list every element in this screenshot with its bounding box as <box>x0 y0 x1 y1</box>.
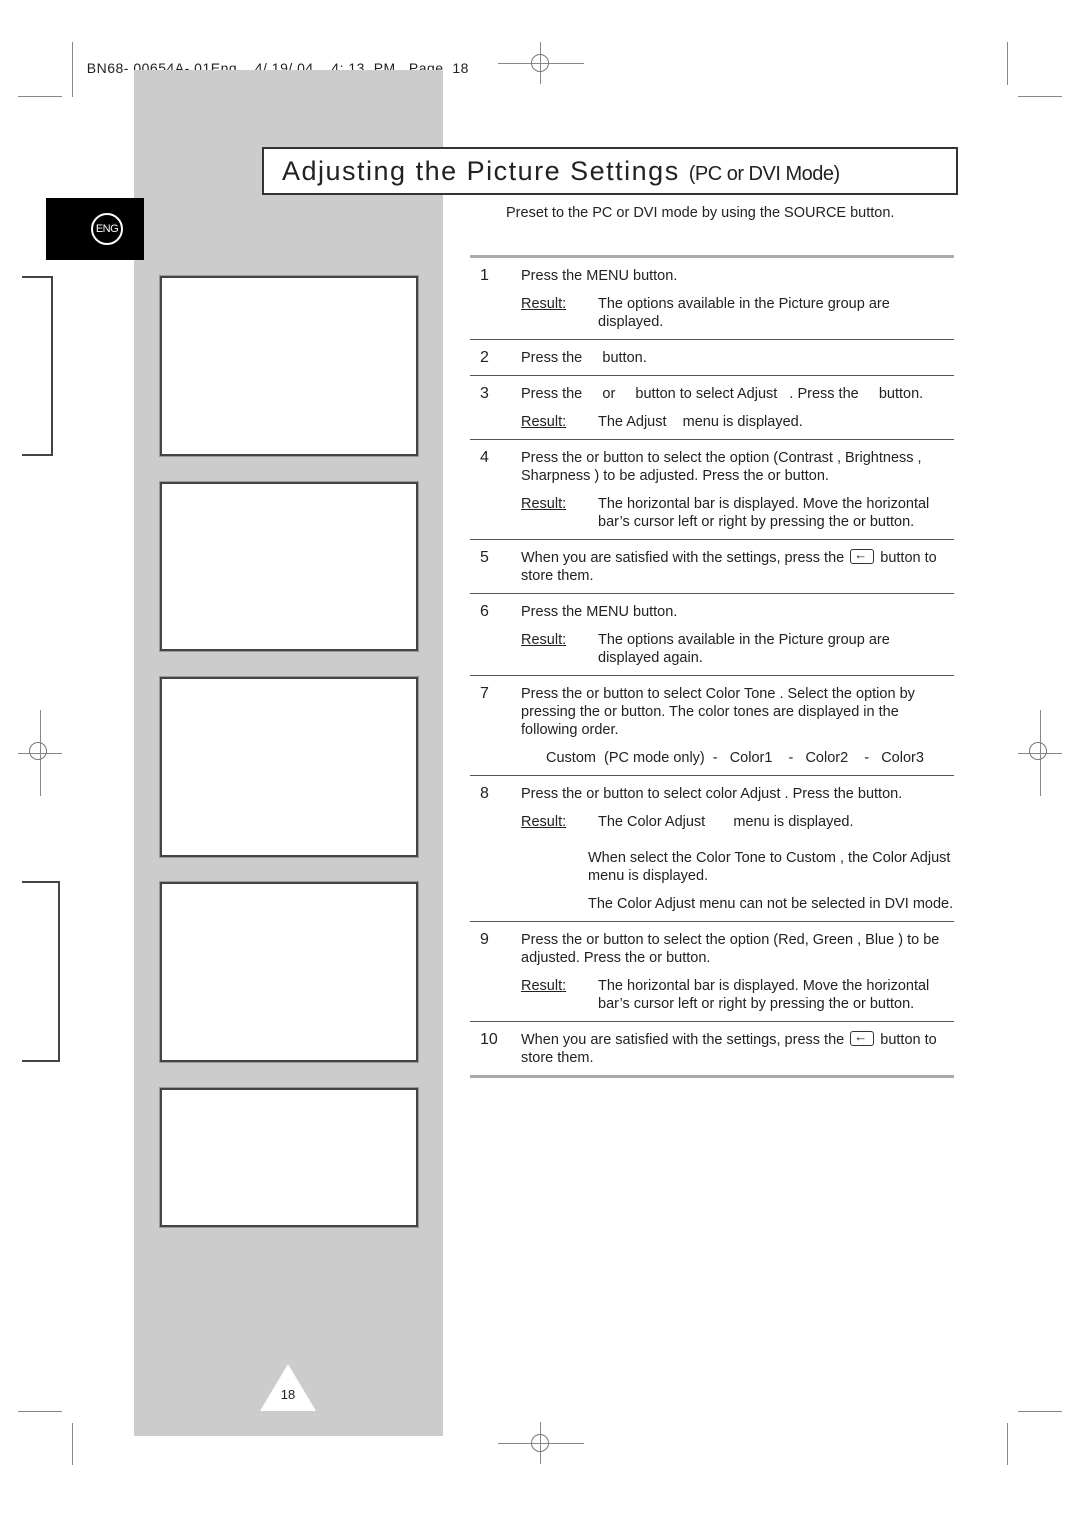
step-6: 6 Press the MENU button. Result: The opt… <box>470 594 954 676</box>
step-5: 5 When you are satisfied with the settin… <box>470 540 954 594</box>
screen-image-frame <box>160 677 418 857</box>
step-number: 5 <box>480 549 489 566</box>
step-text: Press the or button to select Adjust . P… <box>521 386 924 402</box>
page-number: 18 <box>280 1387 296 1402</box>
step-number: 3 <box>480 385 489 402</box>
result-label: Result: <box>521 296 567 312</box>
screen-image-frame <box>160 276 418 456</box>
step-result: Result: The horizontal bar is displayed.… <box>521 977 954 1013</box>
color-tone-order: Custom (PC mode only) - Color1 - Color2 … <box>546 750 924 766</box>
step-note: The Color Adjust menu can not be selecte… <box>588 896 954 912</box>
language-badge: ENG <box>91 213 123 245</box>
crop-mark <box>72 1423 73 1465</box>
step-text: When you are satisfied with the settings… <box>521 1028 954 1067</box>
crop-mark <box>1018 96 1062 97</box>
step-text: Press the MENU button. <box>521 268 678 284</box>
crop-mark <box>1007 42 1008 85</box>
screen-image-frame <box>160 882 418 1062</box>
step-text: Press the or button to select Color Tone… <box>521 686 915 738</box>
steps-list: 1 Press the MENU button. Result: The opt… <box>470 255 954 1078</box>
step-8: 8 Press the or button to select color Ad… <box>470 776 954 922</box>
result-label: Result: <box>521 814 567 830</box>
step-text: Press the or button to select the option… <box>521 932 940 966</box>
page-title-sub: (PC or DVI Mode) <box>688 163 840 185</box>
step-1: 1 Press the MENU button. Result: The opt… <box>470 258 954 340</box>
intro-text: Preset to the PC or DVI mode by using th… <box>506 205 895 221</box>
step-text: Press the MENU button. <box>521 604 678 620</box>
crop-mark <box>1018 1411 1062 1412</box>
page-title-main: Adjusting the Picture Settings <box>282 156 680 186</box>
page-title-box: Adjusting the Picture Settings (PC or DV… <box>262 147 958 195</box>
step-number: 1 <box>480 267 489 284</box>
step-10: 10 When you are satisfied with the setti… <box>470 1022 954 1078</box>
step-number: 6 <box>480 603 489 620</box>
step-text: Press the button. <box>521 350 647 366</box>
result-text: The horizontal bar is displayed. Move th… <box>598 978 930 1012</box>
step-number: 8 <box>480 785 489 802</box>
result-label: Result: <box>521 496 567 512</box>
enter-icon <box>850 546 875 564</box>
step-text: Press the or button to select color Adju… <box>521 786 903 802</box>
side-bracket <box>22 276 53 456</box>
page-title: Adjusting the Picture Settings (PC or DV… <box>282 156 840 187</box>
step-3: 3 Press the or button to select Adjust .… <box>470 376 954 440</box>
crop-mark <box>18 96 62 97</box>
screen-image-frame <box>160 482 418 651</box>
step-number: 4 <box>480 449 489 466</box>
result-label: Result: <box>521 978 567 994</box>
step-result: Result: The options available in the Pic… <box>521 631 954 667</box>
step-text: Press the or button to select the option… <box>521 450 922 484</box>
step-result: Result: The horizontal bar is displayed.… <box>521 495 954 531</box>
crop-mark <box>18 1411 62 1412</box>
step-2: 2 Press the button. <box>470 340 954 376</box>
result-label: Result: <box>521 632 567 648</box>
crop-mark <box>72 42 73 97</box>
step-note: When select the Color Tone to Custom , t… <box>588 850 951 884</box>
step-number: 9 <box>480 931 489 948</box>
step-result: Result: The options available in the Pic… <box>521 295 954 331</box>
step-4: 4 Press the or button to select the opti… <box>470 440 954 540</box>
step-7: 7 Press the or button to select Color To… <box>470 676 954 776</box>
step-number: 10 <box>480 1031 498 1048</box>
enter-icon <box>850 1028 875 1046</box>
result-text: The horizontal bar is displayed. Move th… <box>598 496 930 530</box>
result-text: The Color Adjust menu is displayed. <box>598 814 854 830</box>
step-text: When you are satisfied with the settings… <box>521 546 954 585</box>
result-label: Result: <box>521 414 567 430</box>
crop-mark <box>1007 1423 1008 1465</box>
result-text: The Adjust menu is displayed. <box>598 414 803 430</box>
result-text: The options available in the Picture gro… <box>598 632 890 666</box>
step-9: 9 Press the or button to select the opti… <box>470 922 954 1022</box>
step-result: Result: The Adjust menu is displayed. <box>521 413 954 431</box>
screen-image-frame <box>160 1088 418 1227</box>
step-number: 7 <box>480 685 489 702</box>
result-text: The options available in the Picture gro… <box>598 296 890 330</box>
side-bracket <box>22 881 60 1062</box>
step-result: Result: The Color Adjust menu is display… <box>521 813 954 831</box>
step-number: 2 <box>480 349 489 366</box>
language-tab: ENG <box>46 198 144 260</box>
